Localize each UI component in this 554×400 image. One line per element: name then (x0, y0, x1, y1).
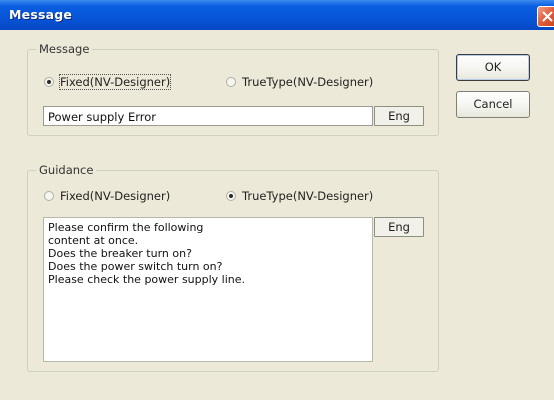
guidance-group-label: Guidance (36, 163, 97, 177)
radio-unchecked-icon (226, 77, 236, 87)
close-button[interactable] (537, 6, 554, 27)
message-group-label: Message (36, 42, 93, 56)
window-title: Message (9, 7, 73, 22)
title-bar[interactable]: Message (0, 0, 554, 30)
message-truetype-radio[interactable]: TrueType(NV-Designer) (226, 75, 373, 89)
guidance-text-area[interactable]: Please confirm the following content at … (43, 217, 373, 362)
radio-label: Fixed(NV-Designer) (60, 189, 171, 203)
message-eng-button[interactable]: Eng (374, 106, 424, 126)
radio-label: TrueType(NV-Designer) (242, 189, 374, 203)
close-icon (542, 11, 553, 22)
guidance-truetype-radio[interactable]: TrueType(NV-Designer) (226, 189, 373, 203)
cancel-button[interactable]: Cancel (456, 91, 530, 118)
radio-checked-icon (44, 77, 54, 87)
radio-label: TrueType(NV-Designer) (242, 75, 374, 89)
radio-label: Fixed(NV-Designer) (58, 74, 172, 90)
guidance-eng-button[interactable]: Eng (374, 217, 424, 237)
message-text-field[interactable]: Power supply Error (43, 106, 373, 126)
radio-checked-icon (226, 191, 236, 201)
radio-unchecked-icon (44, 191, 54, 201)
guidance-fixed-radio[interactable]: Fixed(NV-Designer) (44, 189, 170, 203)
ok-button[interactable]: OK (456, 54, 530, 81)
message-dialog: Message Message Fixed(NV-Designer) TrueT… (0, 0, 554, 400)
message-fixed-radio[interactable]: Fixed(NV-Designer) (44, 74, 172, 90)
